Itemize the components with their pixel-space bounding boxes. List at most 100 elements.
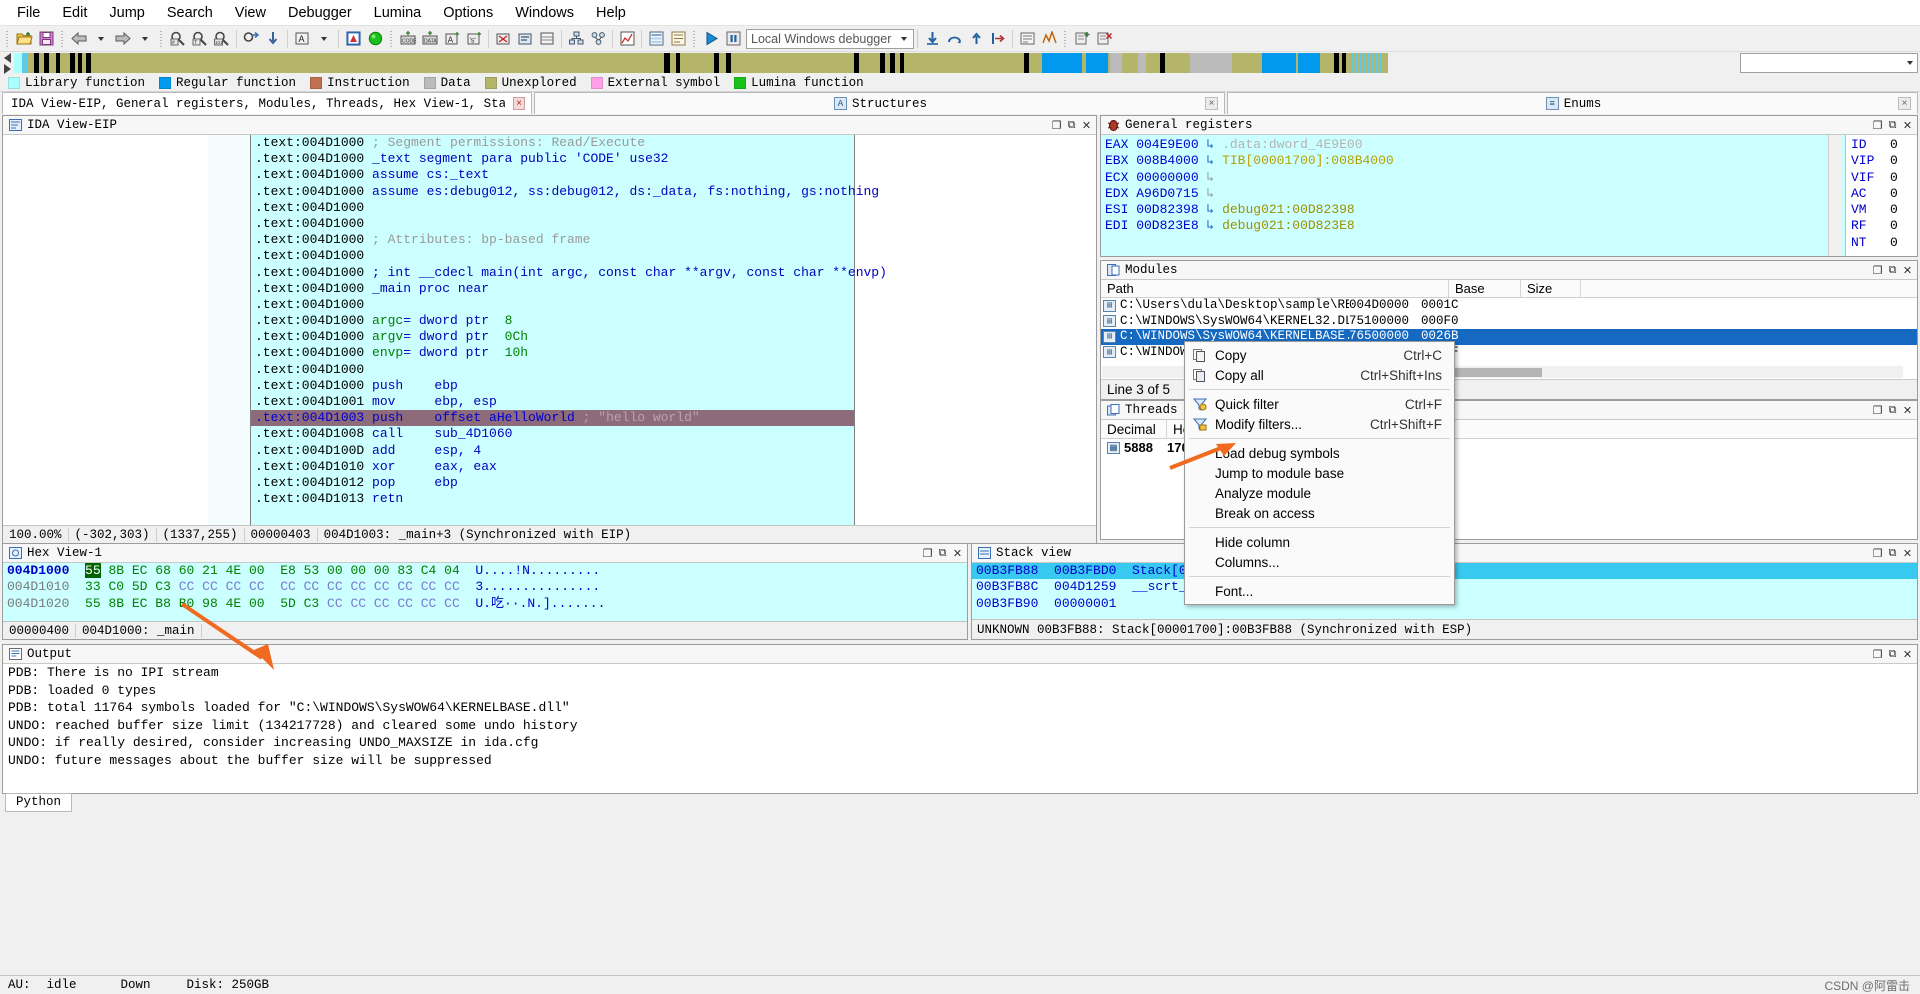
hex-row[interactable]: 004D1020 55 8B EC B8 B0 98 4E 00 5D C3 C… (3, 596, 967, 612)
thread-decimal-cell[interactable]: ▤ 5888 (1101, 439, 1167, 456)
flag-row[interactable]: NT 0 (1851, 235, 1917, 251)
run-icon[interactable] (364, 28, 386, 50)
flag-value[interactable]: 0 (1890, 202, 1898, 217)
modules-col-size[interactable]: Size (1521, 280, 1581, 298)
hex-byte[interactable]: 5D (132, 579, 148, 594)
hex-byte[interactable]: CC (421, 596, 437, 611)
register-row[interactable]: EAX 004E9E00 ↳ .data:dword_4E9E00 (1105, 137, 1845, 153)
register-row[interactable]: EDX A96D0715 ↳ (1105, 186, 1845, 202)
register-row[interactable]: EBX 008B4000 ↳ TIB[00001700]:008B4000 (1105, 153, 1845, 169)
close-icon[interactable]: ✕ (1079, 118, 1094, 133)
hex-byte[interactable]: CC (226, 579, 242, 594)
hex-byte[interactable]: CC (350, 579, 366, 594)
modules-row[interactable]: ▤ C:\Users\dula\Desktop\sample\RE4B\hello… (1101, 298, 1917, 314)
disassembly-line[interactable]: .text:004D1013 retn (251, 491, 854, 507)
disassembly-code-area[interactable]: .text:004D1000 ; Segment permissions: Re… (250, 135, 887, 543)
maximize-icon[interactable]: ⧉ (1885, 403, 1900, 418)
register-reference[interactable]: debug021:00D823E8 (1214, 218, 1355, 233)
hex-byte[interactable]: C3 (155, 579, 171, 594)
register-value[interactable]: 004E9E00 (1128, 137, 1198, 152)
hex-byte[interactable]: 60 (179, 563, 195, 578)
context-menu-item-modify-filters[interactable]: Modify filters... Ctrl+Shift+F (1185, 414, 1454, 434)
flag-value[interactable]: 0 (1890, 218, 1898, 233)
navigator-strip[interactable] (14, 53, 1724, 73)
menu-item-lumina[interactable]: Lumina (363, 2, 433, 24)
run-to-cursor-icon[interactable] (987, 28, 1009, 50)
tracing-icon[interactable] (1038, 28, 1060, 50)
disassembly-line[interactable]: .text:004D1012 pop ebp (251, 475, 854, 491)
modules-col-path[interactable]: Path (1101, 280, 1449, 298)
back-dropdown-icon[interactable] (90, 28, 112, 50)
hex-byte[interactable]: 00 (374, 563, 390, 578)
restore-icon[interactable]: ❐ (1049, 118, 1064, 133)
nav-scroll-right-icon[interactable] (3, 63, 11, 74)
register-value[interactable]: A96D0715 (1128, 186, 1198, 201)
hex-dump-area[interactable]: 004D1000 55 8B EC 68 60 21 4E 00 E8 53 0… (3, 563, 967, 621)
disassembly-line[interactable]: .text:004D1000 envp= dword ptr 10h (251, 345, 854, 361)
hex-byte[interactable]: 00 (249, 596, 265, 611)
threads-col-decimal[interactable]: Decimal (1101, 420, 1167, 439)
disassembly-view[interactable]: .text:004D1000 ; Segment permissions: Re… (3, 135, 1096, 543)
close-icon[interactable]: ✕ (1900, 118, 1915, 133)
search-next-icon[interactable] (240, 28, 262, 50)
menu-item-edit[interactable]: Edit (51, 2, 98, 24)
restore-icon[interactable]: ❐ (1870, 118, 1885, 133)
maximize-icon[interactable]: ⧉ (1885, 546, 1900, 561)
disassembly-line[interactable]: .text:004D1000 (251, 248, 854, 264)
menu-item-search[interactable]: Search (156, 2, 224, 24)
make-name-dropdown-icon[interactable] (313, 28, 335, 50)
context-menu-item-analyze-module[interactable]: Analyze module (1185, 483, 1454, 503)
module-path-cell[interactable]: ▤ C:\Users\dula\Desktop\sample\RE4B\hello… (1101, 298, 1349, 314)
restore-icon[interactable]: ❐ (1870, 647, 1885, 662)
close-icon[interactable]: ✕ (1900, 263, 1915, 278)
menu-item-windows[interactable]: Windows (504, 2, 585, 24)
hex-byte[interactable]: EC (132, 596, 148, 611)
make-name-icon[interactable]: A (291, 28, 313, 50)
hex-byte[interactable]: B0 (179, 596, 195, 611)
hex-byte[interactable]: CC (397, 579, 413, 594)
disassembly-line[interactable]: .text:004D1000 (251, 362, 854, 378)
hex-byte[interactable]: CC (444, 579, 460, 594)
navigate-back-icon[interactable] (68, 28, 90, 50)
context-menu-item-copy-all[interactable]: Copy all Ctrl+Shift+Ins (1185, 365, 1454, 385)
structures-window-icon[interactable] (645, 28, 667, 50)
register-row[interactable]: ESI 00D82398 ↳ debug021:00D82398 (1105, 202, 1845, 218)
restore-icon[interactable]: ❐ (1870, 403, 1885, 418)
hex-byte[interactable]: 8B (108, 563, 124, 578)
hex-byte[interactable]: CC (397, 596, 413, 611)
hex-byte[interactable]: 55 (85, 563, 101, 578)
stack-frame-icon[interactable] (536, 28, 558, 50)
graph-view-icon[interactable] (565, 28, 587, 50)
close-icon[interactable]: × (1898, 97, 1911, 110)
disassembly-line[interactable]: .text:004D1010 xor eax, eax (251, 459, 854, 475)
flag-value[interactable]: 0 (1890, 153, 1898, 168)
hex-byte[interactable]: CC (374, 596, 390, 611)
hex-byte[interactable]: C4 (421, 563, 437, 578)
menu-item-jump[interactable]: Jump (98, 2, 155, 24)
close-icon[interactable]: × (513, 97, 525, 110)
pause-process-icon[interactable] (722, 28, 744, 50)
registers-scrollbar[interactable] (1828, 135, 1841, 256)
register-row[interactable]: EDI 00D823E8 ↳ debug021:00D823E8 (1105, 218, 1845, 234)
hex-byte[interactable]: CC (327, 596, 343, 611)
maximize-icon[interactable]: ⧉ (935, 546, 950, 561)
flag-row[interactable]: ID 0 (1851, 137, 1917, 153)
make-ascii-icon[interactable]: A (441, 28, 463, 50)
add-breakpoint-icon[interactable] (1071, 28, 1093, 50)
hex-byte[interactable]: 68 (155, 563, 171, 578)
disassembly-line[interactable]: .text:004D1000 ; Segment permissions: Re… (251, 135, 854, 151)
tab-ida-view-group[interactable]: IDA View-EIP, General registers, Modules… (2, 92, 532, 114)
hex-byte[interactable]: CC (202, 579, 218, 594)
modules-col-base[interactable]: Base (1449, 280, 1521, 298)
hex-byte[interactable]: 4E (226, 596, 242, 611)
nav-scroll-left-icon[interactable] (3, 52, 11, 63)
delete-breakpoint-icon[interactable] (1093, 28, 1115, 50)
edit-function-icon[interactable] (514, 28, 536, 50)
flag-row[interactable]: AC 0 (1851, 186, 1917, 202)
disassembly-line[interactable]: .text:004D1000 ; Attributes: bp-based fr… (251, 232, 854, 248)
registers-list[interactable]: EAX 004E9E00 ↳ .data:dword_4E9E00 EBX 008… (1101, 135, 1845, 256)
hex-byte[interactable]: 98 (202, 596, 218, 611)
tab-structures[interactable]: A Structures × (534, 92, 1225, 114)
close-icon[interactable]: ✕ (950, 546, 965, 561)
toolbar-grip[interactable] (4, 28, 11, 49)
